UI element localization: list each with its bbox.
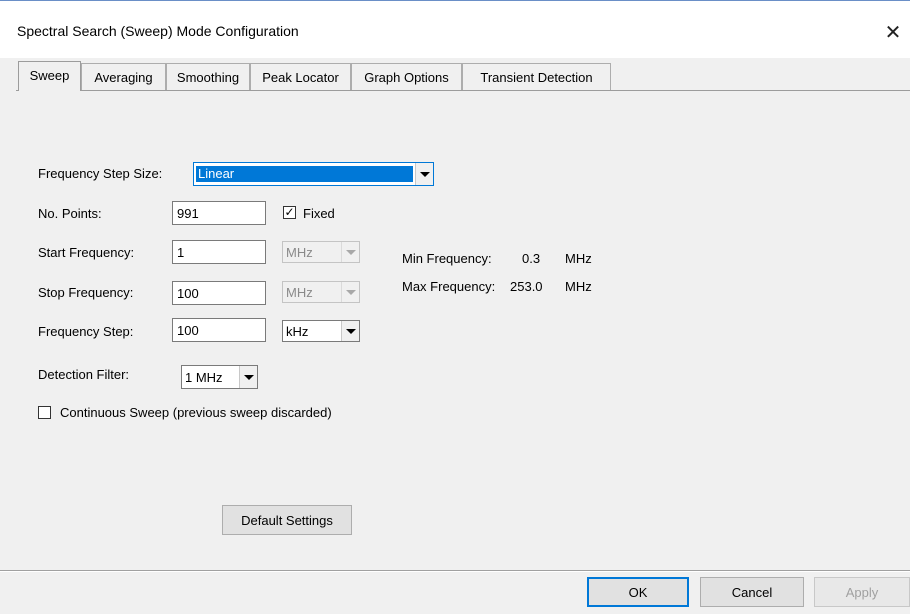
apply-button[interactable]: Apply	[814, 577, 910, 607]
chevron-down-icon	[341, 321, 359, 341]
chevron-down-icon	[415, 163, 433, 185]
tab-peak-locator[interactable]: Peak Locator	[250, 63, 351, 90]
step-size-select[interactable]: Linear	[193, 162, 434, 186]
stop-frequency-label: Stop Frequency:	[38, 285, 134, 300]
stop-unit-select[interactable]: MHz	[282, 281, 360, 303]
fixed-label: Fixed	[303, 206, 335, 221]
chevron-down-icon	[341, 282, 359, 302]
min-frequency-unit: MHz	[565, 251, 592, 266]
ok-button[interactable]: OK	[587, 577, 689, 607]
tab-sweep[interactable]: Sweep	[18, 61, 81, 91]
step-size-value: Linear	[196, 166, 413, 182]
min-frequency-value: 0.3	[522, 251, 541, 266]
close-icon[interactable]: ✕	[876, 15, 910, 49]
detection-filter-value: 1 MHz	[185, 369, 223, 385]
tab-transient-detection[interactable]: Transient Detection	[462, 63, 611, 90]
continuous-sweep-checkbox[interactable]	[38, 406, 51, 419]
min-frequency-label: Min Frequency:	[402, 251, 492, 266]
start-frequency-label: Start Frequency:	[38, 245, 135, 260]
start-frequency-input[interactable]	[172, 240, 266, 264]
tab-smoothing[interactable]: Smoothing	[166, 63, 250, 90]
max-frequency-unit: MHz	[565, 279, 592, 294]
stop-frequency-input[interactable]	[172, 281, 266, 305]
chevron-down-icon	[239, 366, 257, 388]
window-title: Spectral Search (Sweep) Mode Configurati…	[17, 23, 299, 39]
detection-filter-select[interactable]: 1 MHz	[181, 365, 258, 389]
tab-averaging[interactable]: Averaging	[81, 63, 166, 90]
frequency-step-label: Frequency Step:	[38, 324, 134, 339]
start-unit-value: MHz	[286, 244, 313, 260]
no-points-input[interactable]	[172, 201, 266, 225]
fixed-checkbox[interactable]: ✓	[283, 206, 296, 219]
no-points-label: No. Points:	[38, 206, 102, 221]
continuous-sweep-label: Continuous Sweep (previous sweep discard…	[60, 405, 332, 420]
sweep-tab-panel	[16, 90, 910, 570]
detection-filter-label: Detection Filter:	[38, 367, 130, 382]
start-unit-select[interactable]: MHz	[282, 241, 360, 263]
step-size-label: Frequency Step Size:	[38, 166, 163, 181]
checkmark-icon: ✓	[284, 205, 295, 219]
step-unit-select[interactable]: kHz	[282, 320, 360, 342]
chevron-down-icon	[341, 242, 359, 262]
max-frequency-value: 253.0	[510, 279, 543, 294]
stop-unit-value: MHz	[286, 284, 313, 300]
default-settings-button[interactable]: Default Settings	[222, 505, 352, 535]
max-frequency-label: Max Frequency:	[402, 279, 496, 294]
tab-graph-options[interactable]: Graph Options	[351, 63, 462, 90]
cancel-button[interactable]: Cancel	[700, 577, 804, 607]
frequency-step-input[interactable]	[172, 318, 266, 342]
title-bar: Spectral Search (Sweep) Mode Configurati…	[0, 0, 910, 58]
footer-separator	[0, 570, 910, 572]
step-unit-value: kHz	[286, 323, 309, 339]
